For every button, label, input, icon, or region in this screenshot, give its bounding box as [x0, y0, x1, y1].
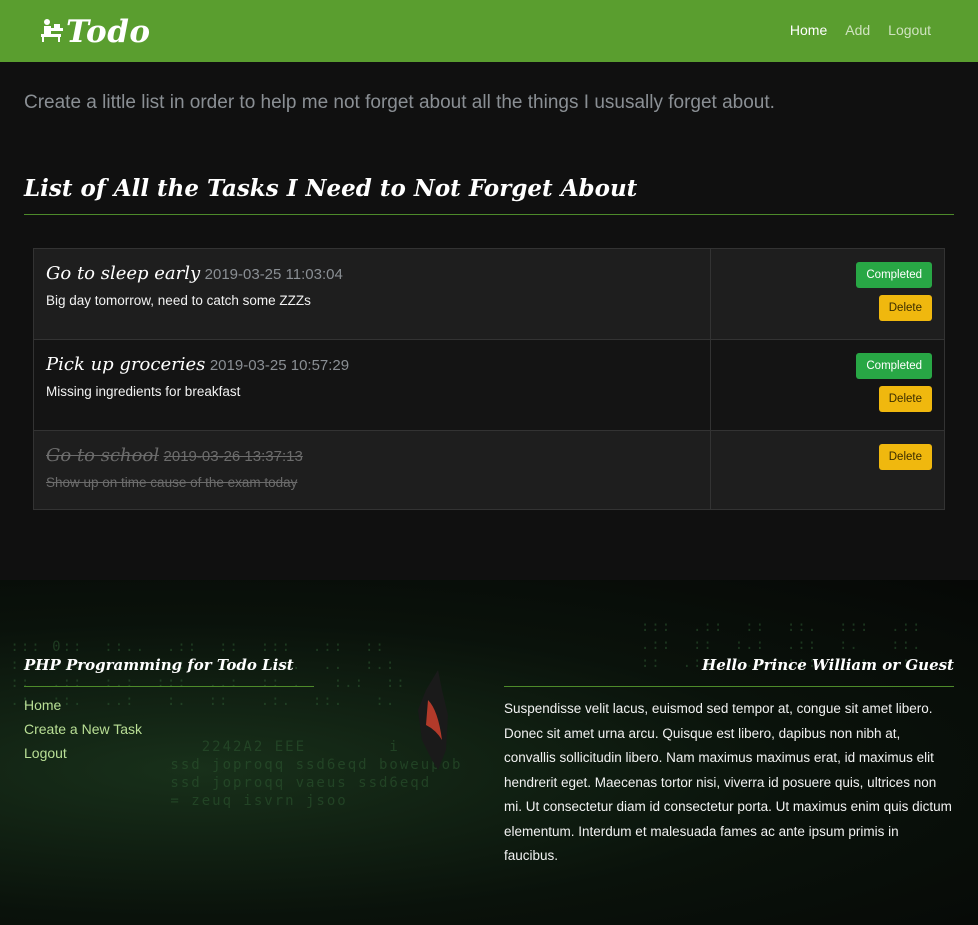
delete-button[interactable]: Delete	[878, 386, 932, 412]
footer-right: Hello Prince William or Guest Suspendiss…	[504, 656, 954, 869]
hero-lead: Create a little list in order to help me…	[24, 92, 775, 113]
nav-logout-link[interactable]: Logout	[888, 22, 931, 38]
task-row-completed: Go to school 2019-03-26 13:37:13 Show up…	[34, 431, 944, 509]
task-actions: Completed Delete	[711, 340, 944, 430]
footer-text: Suspendisse velit lacus, euismod sed tem…	[504, 701, 952, 863]
brand-name: Todo	[66, 14, 151, 50]
nav-add-link[interactable]: Add	[845, 22, 870, 38]
footer-logout-link[interactable]: Logout	[24, 745, 67, 761]
footer-left-heading: PHP Programming for Todo List	[24, 656, 314, 687]
task-description: Show up on time cause of the exam today	[46, 475, 298, 490]
footer-create-task-link[interactable]: Create a New Task	[24, 721, 142, 737]
footer: ::: 0:: ::.. .:: :: ::: .:: :: :.: ..: :…	[0, 580, 978, 925]
task-description: Big day tomorrow, need to catch some ZZZ…	[46, 293, 311, 308]
task-title: Go to sleep early	[46, 263, 201, 284]
task-date: 2019-03-25 10:57:29	[209, 357, 350, 374]
task-main: Go to sleep early 2019-03-25 11:03:04 Bi…	[34, 249, 711, 339]
task-actions: Completed Delete	[711, 249, 944, 339]
hooded-figure-image	[418, 670, 448, 770]
nav-home-link[interactable]: Home	[790, 22, 827, 38]
task-description: Missing ingredients for breakfast	[46, 384, 241, 399]
delete-button[interactable]: Delete	[878, 295, 932, 321]
footer-home-link[interactable]: Home	[24, 697, 61, 713]
nav-links: Home Add Logout	[790, 22, 931, 38]
task-row: Go to sleep early 2019-03-25 11:03:04 Bi…	[34, 249, 944, 340]
task-title: Pick up groceries	[46, 354, 206, 375]
section-title: List of All the Tasks I Need to Not Forg…	[24, 175, 954, 215]
task-date: 2019-03-26 13:37:13	[163, 448, 303, 465]
footer-left: PHP Programming for Todo List Home Creat…	[24, 656, 314, 769]
desk-person-icon	[38, 17, 64, 48]
task-main: Go to school 2019-03-26 13:37:13 Show up…	[34, 431, 711, 509]
brand-link[interactable]: Todo	[38, 14, 151, 50]
footer-links: Home Create a New Task Logout	[24, 697, 314, 769]
task-actions: Delete	[711, 431, 944, 509]
footer-right-heading: Hello Prince William or Guest	[504, 656, 954, 687]
delete-button[interactable]: Delete	[878, 444, 932, 470]
completed-button[interactable]: Completed	[856, 353, 932, 379]
navbar: Todo Home Add Logout	[0, 0, 978, 62]
task-date: 2019-03-25 11:03:04	[204, 266, 343, 283]
task-main: Pick up groceries 2019-03-25 10:57:29 Mi…	[34, 340, 711, 430]
task-row: Pick up groceries 2019-03-25 10:57:29 Mi…	[34, 340, 944, 431]
task-title: Go to school	[46, 445, 160, 466]
completed-button[interactable]: Completed	[856, 262, 932, 288]
task-table: Go to sleep early 2019-03-25 11:03:04 Bi…	[33, 248, 945, 510]
